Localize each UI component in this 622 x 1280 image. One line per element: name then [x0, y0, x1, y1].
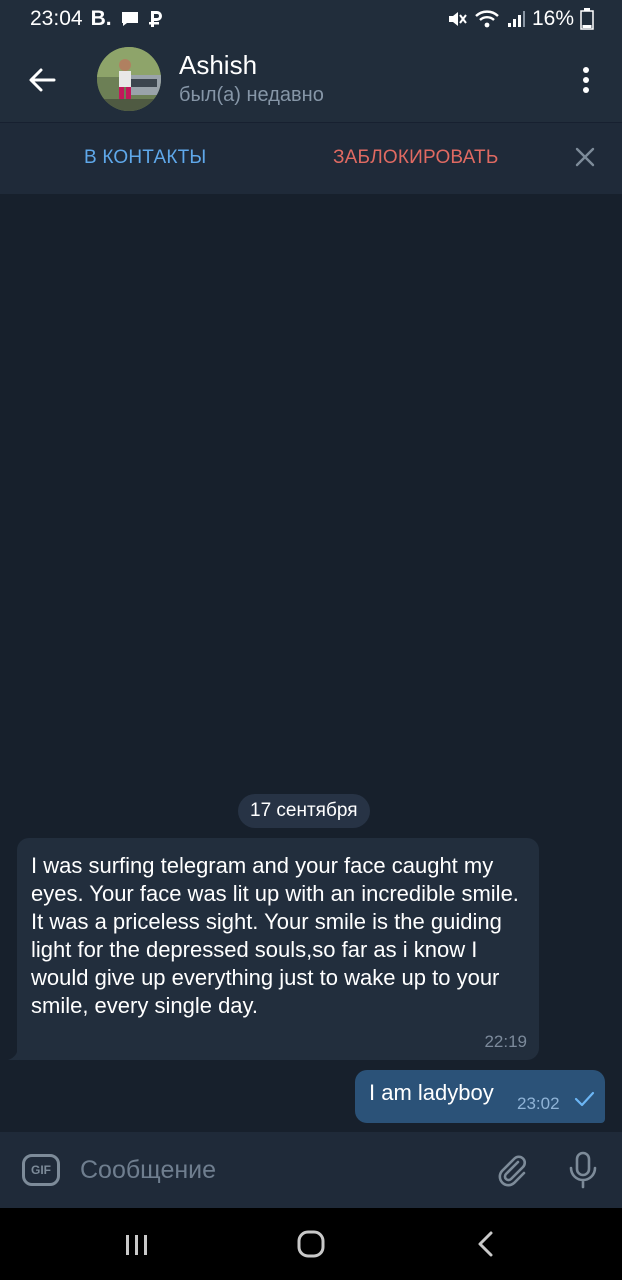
message-time: 23:02 — [517, 1094, 560, 1113]
wifi-icon — [474, 9, 500, 29]
back-arrow-icon[interactable] — [26, 64, 58, 96]
mute-icon — [446, 9, 468, 29]
outgoing-message[interactable]: I am ladyboy 23:02 — [355, 1070, 605, 1123]
chat-header: Ashish был(а) недавно — [0, 38, 622, 122]
more-vertical-icon[interactable] — [574, 64, 598, 96]
battery-icon — [580, 8, 594, 30]
recent-apps-icon[interactable] — [124, 1234, 150, 1261]
date-separator: 17 сентября — [238, 794, 370, 828]
nav-back-icon[interactable] — [475, 1230, 495, 1263]
signal-icon — [506, 9, 526, 29]
app-badge: B. — [90, 7, 112, 30]
block-user-button[interactable]: ЗАБЛОКИРОВАТЬ — [333, 147, 499, 169]
microphone-icon[interactable] — [566, 1150, 600, 1195]
sent-check-icon — [574, 1091, 595, 1107]
message-input-bar: GIF — [0, 1132, 622, 1208]
battery-percent: 16% — [531, 7, 574, 30]
status-bar: 23:04 B. 16% — [0, 0, 622, 38]
contact-name[interactable]: Ashish — [179, 50, 257, 81]
message-input[interactable] — [80, 1152, 470, 1188]
message-time: 22:19 — [484, 1032, 527, 1051]
gif-button[interactable]: GIF — [22, 1154, 60, 1186]
system-navigation-bar — [0, 1208, 622, 1280]
close-icon[interactable] — [574, 146, 596, 173]
status-time: 23:04 — [30, 7, 83, 30]
chat-notification-icon — [120, 10, 140, 28]
incoming-message[interactable]: I was surfing telegram and your face cau… — [17, 838, 539, 1060]
message-text: I was surfing telegram and your face cau… — [31, 853, 519, 1018]
add-to-contacts-button[interactable]: В КОНТАКТЫ — [84, 147, 206, 169]
ruble-icon — [148, 9, 164, 29]
chat-area[interactable]: 17 сентября I was surfing telegram and y… — [0, 194, 622, 1132]
contact-action-bar: В КОНТАКТЫ ЗАБЛОКИРОВАТЬ — [0, 122, 622, 194]
paperclip-icon[interactable] — [494, 1152, 530, 1193]
contact-status: был(а) недавно — [179, 84, 324, 106]
avatar[interactable] — [97, 47, 161, 111]
home-icon[interactable] — [297, 1230, 325, 1263]
